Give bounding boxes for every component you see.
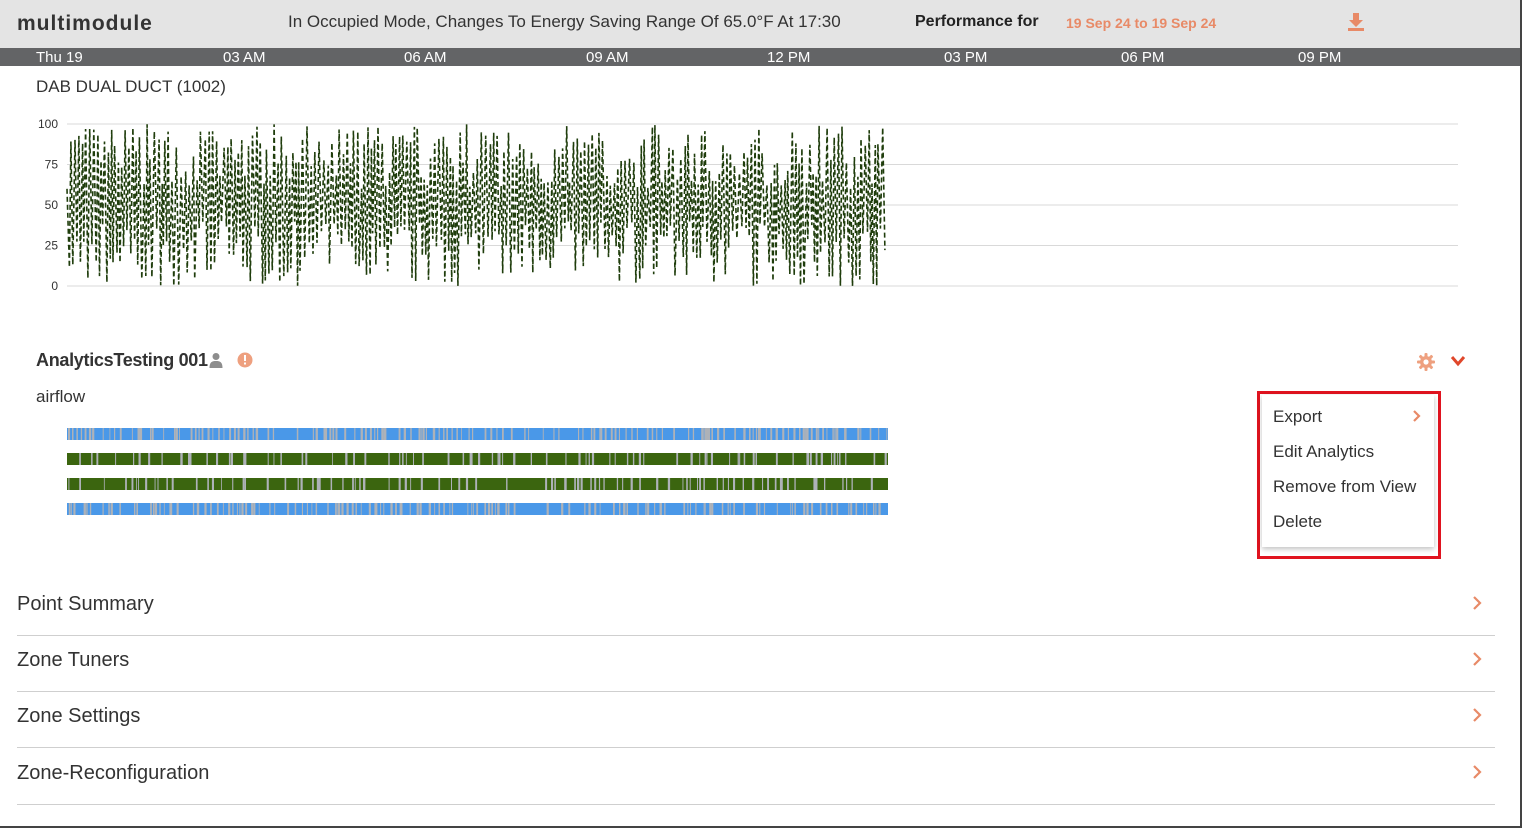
timeline-bar — [67, 453, 888, 465]
time-tick: 06 AM — [404, 49, 447, 66]
analytics-subtitle: airflow — [36, 387, 86, 406]
y-tick-label: 0 — [51, 279, 58, 293]
app-title: multimodule — [17, 12, 153, 35]
chevron-right-icon — [1413, 410, 1421, 422]
section-zone-reconfiguration[interactable]: Zone-Reconfiguration — [17, 748, 1495, 805]
menu-item-export[interactable]: Export — [1273, 407, 1322, 427]
context-menu: Export Edit Analytics Remove from View D… — [1262, 395, 1434, 547]
analytics-title: AnalyticsTesting 001 — [36, 350, 208, 370]
y-tick-label: 50 — [45, 198, 59, 212]
chevron-down-icon[interactable] — [1450, 354, 1466, 368]
chevron-right-icon — [1473, 596, 1482, 610]
chevron-right-icon — [1473, 765, 1482, 779]
time-axis-bar: Thu 19 03 AM 06 AM 09 AM 12 PM 03 PM 06 … — [0, 48, 1520, 66]
damper-chart: 100 75 50 25 0 — [38, 117, 1458, 293]
timeline-bar — [67, 478, 888, 490]
section-zone-settings[interactable]: Zone Settings — [17, 691, 1495, 748]
chart-title: DAB DUAL DUCT (1002) — [36, 77, 226, 96]
top-header: multimodule In Occupied Mode, Changes To… — [0, 0, 1520, 48]
info-icon[interactable] — [237, 352, 253, 368]
gear-icon[interactable] — [1417, 353, 1435, 371]
time-tick: 09 PM — [1298, 49, 1342, 66]
time-tick: 03 PM — [944, 49, 988, 66]
section-label: Zone Settings — [17, 705, 141, 727]
menu-item-delete[interactable]: Delete — [1273, 512, 1322, 532]
section-point-summary[interactable]: Point Summary — [17, 579, 1495, 636]
time-tick: 03 AM — [223, 49, 266, 66]
time-tick: 09 AM — [586, 49, 629, 66]
mode-message: In Occupied Mode, Changes To Energy Savi… — [288, 12, 841, 31]
section-label: Zone Tuners — [17, 649, 130, 671]
timeline-bar — [67, 503, 888, 515]
time-tick: 12 PM — [767, 49, 811, 66]
section-zone-tuners[interactable]: Zone Tuners — [17, 635, 1495, 692]
section-label: Zone-Reconfiguration — [17, 762, 210, 784]
performance-date-range[interactable]: 19 Sep 24 to 19 Sep 24 — [1066, 15, 1216, 31]
chevron-right-icon — [1473, 652, 1482, 666]
menu-item-edit-analytics[interactable]: Edit Analytics — [1273, 442, 1374, 462]
chevron-right-icon — [1473, 708, 1482, 722]
time-tick: 06 PM — [1121, 49, 1165, 66]
timeline-bar — [67, 428, 888, 440]
section-label: Point Summary — [17, 593, 154, 615]
performance-label: Performance for — [915, 13, 1039, 30]
y-tick-label: 100 — [38, 117, 58, 131]
menu-item-remove-from-view[interactable]: Remove from View — [1273, 477, 1416, 497]
user-icon — [209, 353, 223, 368]
y-tick-label: 25 — [45, 239, 59, 253]
analytics-timeline-bars — [67, 428, 888, 515]
download-icon[interactable] — [1346, 12, 1366, 32]
time-tick: Thu 19 — [36, 49, 83, 66]
y-tick-label: 75 — [45, 158, 59, 172]
